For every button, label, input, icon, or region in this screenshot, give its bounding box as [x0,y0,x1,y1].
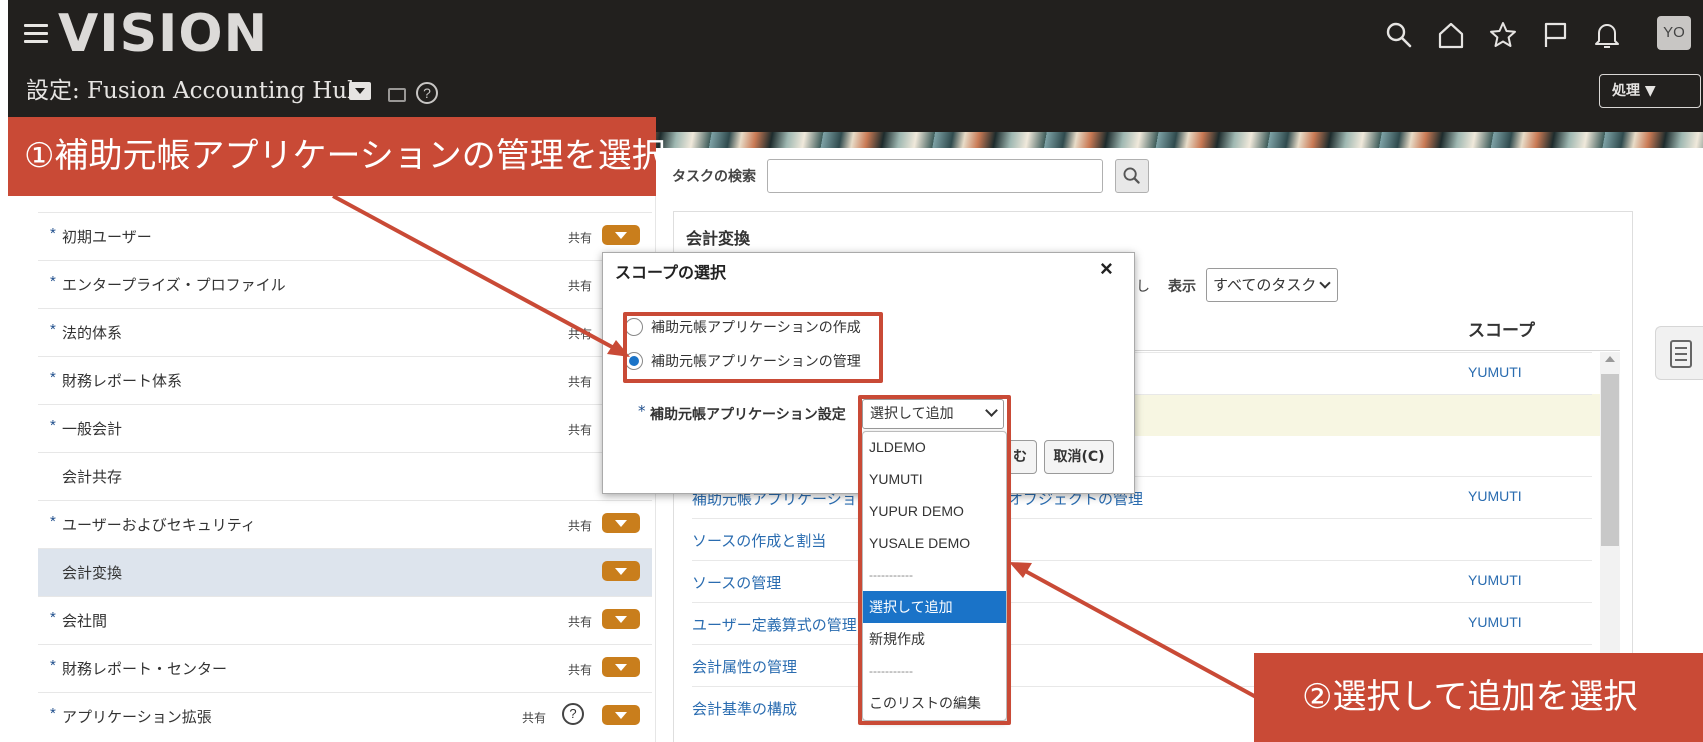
shared-badge: 共有 [568,519,593,533]
required-star: * [638,402,646,420]
task-actions-menu-icon[interactable] [602,609,640,629]
task-actions-menu-icon[interactable] [602,561,640,581]
task-link[interactable]: ソースの作成と割当 [692,530,826,551]
user-avatar[interactable]: YO [1657,16,1691,50]
task-label: 会社間 [62,613,108,630]
task-row[interactable]: * 法的体系 共有 [38,308,652,356]
document-icon [1670,340,1692,368]
required-star: * [50,657,56,674]
task-link[interactable]: ユーザー定義算式の管理 [692,614,857,635]
task-label: 法的体系 [62,325,123,342]
task-link[interactable]: 会計属性の管理 [692,656,797,677]
shared-badge: 共有 [568,663,593,677]
task-row[interactable]: * 会社間 共有 [38,596,652,644]
bell-icon[interactable] [1592,20,1622,50]
task-label: 財務レポート体系 [62,373,183,390]
required-star: * [50,609,56,626]
required-star: * [50,321,56,338]
highlight-box-dropdown [858,395,1011,725]
chevron-down-icon [1319,277,1331,289]
task-label: ユーザーおよびセキュリティ [62,517,256,534]
scope-link[interactable]: YUMUTI [1468,364,1522,380]
task-row[interactable]: * 一般会計 共有 [38,404,652,452]
task-link[interactable]: ソースの管理 [692,572,781,593]
shared-badge: 共有 [568,279,593,293]
task-label: アプリケーション拡張 [62,709,212,726]
shared-badge: 共有 [568,375,593,389]
show-label: 表示 [1168,279,1196,295]
shared-badge: 共有 [568,231,593,245]
comment-icon[interactable] [388,88,406,102]
scope-link[interactable]: YUMUTI [1468,488,1522,504]
table-row[interactable]: ソースの作成と割当 [692,518,1592,559]
task-row[interactable]: * ユーザーおよびセキュリティ 共有 [38,500,652,548]
show-filter-value: すべてのタスク [1213,276,1317,294]
task-label: 会計共存 [62,469,123,486]
required-star: * [50,417,56,434]
task-label: 初期ユーザー [62,229,152,246]
task-label: 会計変換 [62,565,123,582]
table-row[interactable]: ソースの管理 YUMUTI [692,560,1592,601]
close-icon[interactable]: × [1100,256,1113,282]
dialog-title: スコープの選択 [615,263,727,282]
task-row[interactable]: * 財務レポート・センター 共有 [38,644,652,692]
required-star: * [50,225,56,242]
decorative-banner [600,132,1703,148]
task-row[interactable]: * 財務レポート体系 共有 [38,356,652,404]
task-row[interactable]: * 初期ユーザー 共有 [38,212,652,260]
flag-icon[interactable] [1540,20,1570,50]
hamburger-menu-icon[interactable] [24,24,48,44]
scope-column-header: スコープ [1468,321,1535,341]
scope-link[interactable]: YUMUTI [1468,572,1522,588]
task-label: 財務レポート・センター [62,661,228,678]
cancel-button[interactable]: 取消(C) [1044,440,1114,474]
required-star: * [50,369,56,386]
task-row[interactable]: * エンタープライズ・プロファイル 共有 [38,260,652,308]
show-filter-select[interactable]: すべてのタスク [1206,268,1338,302]
page-title: 設定: Fusion Accounting Hub [26,78,362,104]
star-icon[interactable] [1488,20,1518,50]
scope-link[interactable]: YUMUTI [1468,614,1522,630]
callout-step2: ②選択して追加を選択 [1254,653,1703,742]
callout-step1: ①補助元帳アプリケーションの管理を選択 [8,117,666,196]
task-search-button[interactable] [1115,159,1149,193]
scroll-up-icon[interactable] [1605,356,1615,362]
task-label: 一般会計 [62,421,123,438]
title-dropdown-icon[interactable] [349,82,371,100]
required-star: * [50,273,56,290]
side-panel-tab[interactable] [1655,326,1703,380]
table-row[interactable]: ユーザー定義算式の管理 YUMUTI [692,602,1592,643]
task-search-input[interactable] [767,159,1103,193]
required-star: * [50,513,56,530]
task-search-label: タスクの検索 [672,169,756,185]
task-row[interactable]: * アプリケーション拡張 共有? [38,692,652,740]
section-title: 会計変換 [686,229,751,248]
actions-menu-button[interactable]: 処理 ▼ [1599,74,1701,108]
task-row[interactable]: 会計変換 [38,548,652,596]
scrollbar-thumb[interactable] [1601,374,1619,546]
shared-badge: 共有 [568,423,593,437]
task-actions-menu-icon[interactable] [602,225,640,245]
highlight-box-radio [623,312,883,383]
task-label: エンタープライズ・プロファイル [62,277,286,294]
help-icon[interactable]: ? [562,703,584,725]
help-icon[interactable]: ? [416,82,438,104]
ledger-app-setting-label: 補助元帳アプリケーション設定 [650,407,846,423]
task-row[interactable]: 会計共存 [38,452,652,500]
required-star: * [50,705,56,722]
vision-logo[interactable]: VISION [58,2,268,66]
task-actions-menu-icon[interactable] [602,705,640,725]
shared-badge: 共有 [568,327,593,341]
home-icon[interactable] [1436,20,1466,50]
shared-badge: 共有 [568,615,593,629]
task-actions-menu-icon[interactable] [602,657,640,677]
task-actions-menu-icon[interactable] [602,513,640,533]
task-link[interactable]: 会計基準の構成 [692,698,797,719]
shared-badge: 共有 [522,711,547,725]
partial-label: し [1136,279,1150,295]
search-icon[interactable] [1384,20,1414,50]
